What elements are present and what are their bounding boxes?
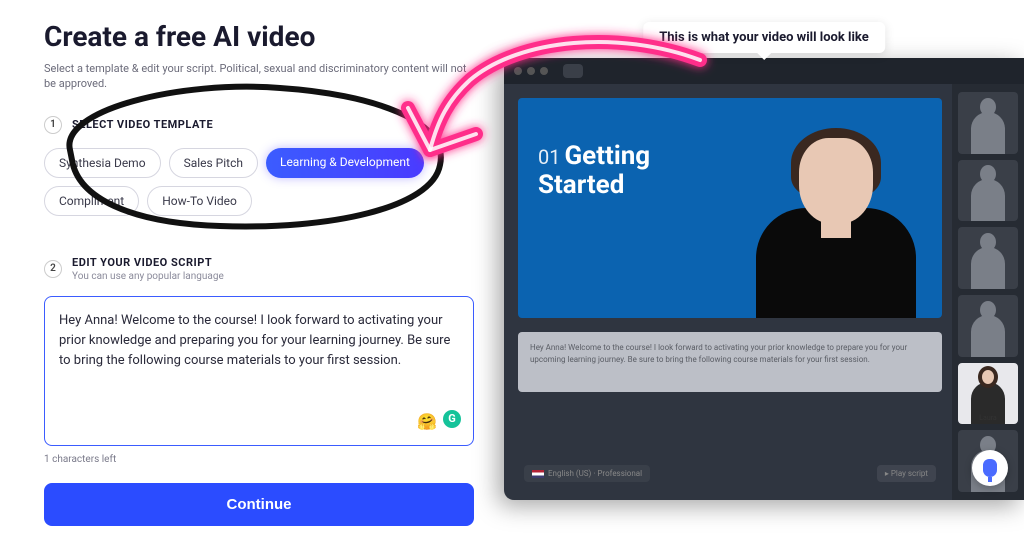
flag-icon	[532, 470, 544, 478]
template-chip-row: Synthesia Demo Sales Pitch Learning & Deve…	[44, 148, 474, 216]
continue-button[interactable]: Continue	[44, 483, 474, 526]
avatar-picker-strip: Laura	[952, 84, 1024, 500]
preview-tooltip: This is what your video will look like	[643, 22, 885, 53]
microphone-button[interactable]	[972, 450, 1008, 486]
video-slide: 01 Getting Started	[518, 98, 942, 318]
step-1-header: 1 SELECT VIDEO TEMPLATE	[44, 116, 474, 134]
avatar-thumbnail[interactable]	[958, 160, 1018, 222]
characters-left: 1 characters left	[44, 454, 474, 465]
template-chip[interactable]: Synthesia Demo	[44, 148, 161, 178]
page-subtitle: Select a template & edit your script. Po…	[44, 61, 474, 92]
step-2-label: EDIT YOUR VIDEO SCRIPT	[72, 256, 224, 269]
step-2-number: 2	[44, 260, 62, 278]
preview-window: 01 Getting Started Hey Anna! Welcome to …	[504, 58, 1024, 500]
language-selector[interactable]: English (US) · Professional	[524, 465, 650, 482]
avatar-thumbnail[interactable]	[958, 227, 1018, 289]
script-textarea[interactable]: Hey Anna! Welcome to the course! I look …	[44, 296, 474, 446]
window-dot	[527, 67, 535, 75]
avatar-thumbnail[interactable]	[958, 92, 1018, 154]
avatar-thumbnail-label: Laura	[979, 414, 996, 422]
play-script-button[interactable]: ▸ Play script	[877, 465, 936, 482]
slide-title-line1: Getting	[564, 141, 650, 171]
avatar-thumbnail[interactable]	[958, 295, 1018, 357]
microphone-icon	[983, 459, 997, 477]
avatar-presenter	[756, 118, 916, 318]
slide-number: 01	[538, 145, 560, 169]
step-1-label: SELECT VIDEO TEMPLATE	[72, 118, 213, 131]
script-preview-box: Hey Anna! Welcome to the course! I look …	[518, 332, 942, 392]
template-chip[interactable]: How-To Video	[147, 186, 252, 216]
slide-title-line2: Started	[538, 171, 650, 200]
template-chip[interactable]: Compliment	[44, 186, 139, 216]
template-chip[interactable]: Learning & Development	[266, 148, 424, 178]
template-chip[interactable]: Sales Pitch	[169, 148, 258, 178]
url-pill	[563, 64, 583, 78]
language-label: English (US) · Professional	[548, 469, 642, 478]
page-title: Create a free AI video	[44, 20, 474, 53]
script-content: Hey Anna! Welcome to the course! I look …	[59, 313, 450, 368]
grammarly-icon[interactable]: G	[443, 410, 461, 428]
window-dot	[540, 67, 548, 75]
step-2-header: 2 EDIT YOUR VIDEO SCRIPT You can use any…	[44, 256, 474, 282]
avatar-thumbnail[interactable]: Laura	[958, 363, 1018, 425]
step-1-number: 1	[44, 116, 62, 134]
window-dot	[514, 67, 522, 75]
emoji-icon[interactable]: 🤗	[417, 410, 437, 435]
step-2-sublabel: You can use any popular language	[72, 271, 224, 282]
browser-titlebar	[504, 58, 1024, 84]
